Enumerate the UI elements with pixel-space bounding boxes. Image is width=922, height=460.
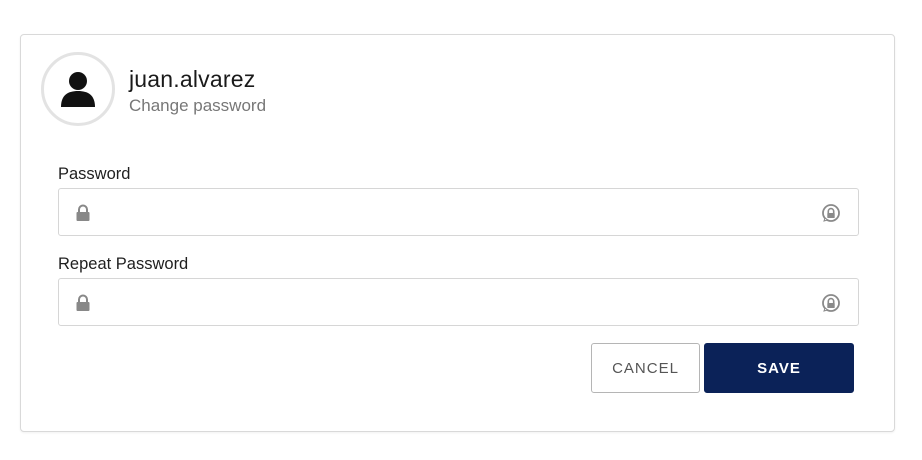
page-subtitle: Change password — [129, 96, 267, 115]
avatar — [41, 52, 115, 126]
user-silhouette-icon — [61, 72, 95, 107]
reveal-password-icon[interactable] — [820, 292, 842, 314]
save-button[interactable]: SAVE — [704, 343, 854, 393]
password-label: Password — [58, 165, 131, 183]
lock-icon — [76, 204, 90, 221]
repeat-password-label: Repeat Password — [58, 255, 189, 273]
lock-icon — [76, 294, 90, 311]
repeat-password-field[interactable] — [58, 278, 859, 326]
cancel-button[interactable]: CANCEL — [591, 343, 700, 393]
change-password-card: juan.alvarez Change password Password Re… — [20, 34, 895, 432]
repeat-password-input[interactable] — [105, 279, 805, 325]
password-input[interactable] — [105, 189, 805, 235]
reveal-password-icon[interactable] — [820, 202, 842, 224]
username: juan.alvarez — [129, 66, 256, 92]
password-field[interactable] — [58, 188, 859, 236]
